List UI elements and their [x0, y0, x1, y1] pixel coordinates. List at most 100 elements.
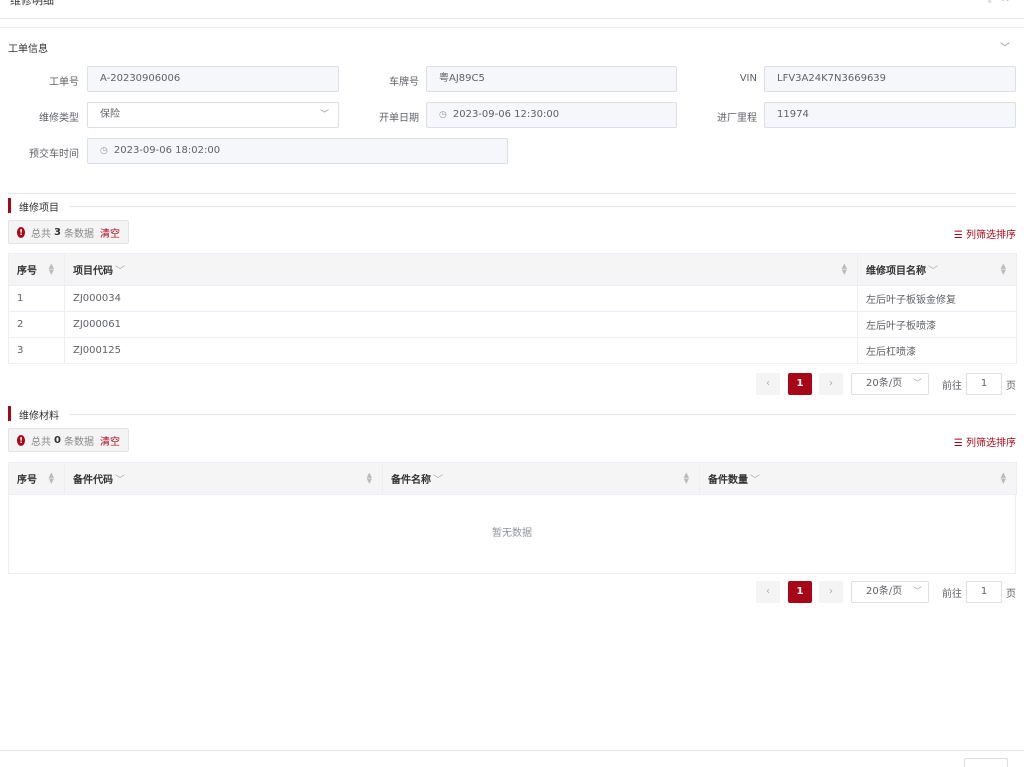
page-size-select[interactable]: 20条/页 ﹀ — [851, 581, 929, 603]
sort-icon[interactable]: ▲ ▼ — [684, 472, 689, 485]
next-page-button[interactable]: › — [819, 373, 843, 395]
repair-items-table: 序号 ▲ ▼ 项目代码 ﹀ ▲ ▼ 维修项目名称 ﹀ ▲ ▼ 1 ZJ000034 左后叶子板钣… — [8, 253, 1017, 364]
filter-chevron-icon[interactable]: ﹀ — [433, 475, 443, 486]
column-header-part-qty[interactable]: 备件数量 ﹀ ▲ ▼ — [699, 462, 1017, 495]
clear-button[interactable]: 清空 — [100, 433, 120, 448]
section-rule — [70, 414, 1016, 415]
clear-button[interactable]: 清空 — [100, 225, 120, 240]
repair-type-value: 保险 — [100, 109, 120, 120]
prev-page-button[interactable]: ‹ — [756, 373, 780, 395]
chevron-down-icon: ﹀ — [912, 587, 922, 597]
mileage-label: 进厂里程 — [717, 113, 757, 124]
order-no-field[interactable]: A-20230906006 — [87, 66, 339, 92]
sort-icon[interactable]: ▲ ▼ — [1001, 472, 1006, 485]
repair-materials-table: 序号 ▲ ▼ 备件代码 ﹀ ▲ ▼ 备件名称 ﹀ ▲ ▼ 备件数量 ﹀ ▲ ▼ — [8, 462, 1017, 495]
header-label: 项目代码 — [73, 266, 113, 277]
header-label: 维修项目名称 — [866, 266, 926, 277]
table-row[interactable]: 1 ZJ000034 左后叶子板钣金修复 — [8, 285, 1017, 312]
column-header-no[interactable]: 序号 ▲ ▼ — [8, 462, 65, 495]
column-header-part-code[interactable]: 备件代码 ﹀ ▲ ▼ — [64, 462, 383, 495]
column-filter-label: 列筛选排序 — [966, 438, 1016, 449]
page-size-value: 20条/页 — [866, 586, 903, 597]
page-unit-label: 页 — [1006, 381, 1016, 392]
cell-no: 1 — [8, 285, 65, 312]
divider — [8, 193, 1016, 194]
table-row[interactable]: 2 ZJ000061 左后叶子板喷漆 — [8, 311, 1017, 338]
sort-icon[interactable]: ▲ ▼ — [367, 472, 372, 485]
column-header-name[interactable]: 维修项目名称 ﹀ ▲ ▼ — [857, 253, 1017, 286]
header-label: 序号 — [17, 475, 37, 486]
sliders-icon: ☰ — [953, 438, 963, 449]
dialog-title: 维修明细 — [10, 0, 54, 7]
empty-state: 暂无数据 — [8, 494, 1016, 574]
filter-chevron-icon[interactable]: ﹀ — [115, 475, 125, 486]
page-number-current[interactable]: 1 — [788, 373, 812, 395]
info-icon: ! — [17, 226, 26, 238]
open-date-value: 2023-09-06 12:30:00 — [452, 109, 560, 120]
header-label: 序号 — [17, 266, 37, 277]
column-header-no[interactable]: 序号 ▲ ▼ — [8, 253, 65, 286]
table-row[interactable]: 3 ZJ000125 左后杠喷漆 — [8, 337, 1017, 364]
next-page-button[interactable]: › — [819, 581, 843, 603]
section-rule — [70, 206, 1016, 207]
summary-suffix: 条数据 — [64, 228, 94, 240]
cell-no: 2 — [8, 311, 65, 338]
section-accent-bar — [8, 406, 11, 421]
column-header-part-name[interactable]: 备件名称 ﹀ ▲ ▼ — [382, 462, 700, 495]
page-size-select[interactable]: 20条/页 ﹀ — [851, 373, 929, 395]
column-header-code[interactable]: 项目代码 ﹀ ▲ ▼ — [64, 253, 858, 286]
cell-code: ZJ000061 — [64, 311, 858, 338]
delivery-time-label: 预交车时间 — [29, 149, 79, 160]
repair-materials-summary: ! 总共 0 条数据 清空 — [8, 428, 129, 452]
page-number-current[interactable]: 1 — [788, 581, 812, 603]
close-icon[interactable]: ✕ — [1001, 0, 1014, 5]
summary-count: 3 — [54, 226, 61, 238]
vin-field[interactable]: LFV3A24K7N3669639 — [764, 66, 1016, 92]
header-label: 备件代码 — [73, 475, 113, 486]
cell-name: 左后杠喷漆 — [857, 337, 1017, 364]
column-filter-sort-button[interactable]: ☰ 列筛选排序 — [954, 434, 1016, 449]
delivery-time-value: 2023-09-06 18:02:00 — [113, 145, 221, 156]
open-date-label: 开单日期 — [379, 113, 419, 124]
info-icon: ! — [17, 434, 26, 446]
delivery-time-picker[interactable]: ◷ 2023-09-06 18:02:00 — [87, 138, 508, 164]
goto-page-input[interactable]: 1 — [966, 373, 1002, 395]
cell-code: ZJ000034 — [64, 285, 858, 312]
sort-icon[interactable]: ▲ ▼ — [49, 263, 54, 276]
column-filter-label: 列筛选排序 — [966, 230, 1016, 241]
mileage-field[interactable]: 11974 — [764, 102, 1016, 128]
plate-no-field[interactable]: 粤AJ89C5 — [426, 66, 677, 92]
summary-prefix: 总共 — [31, 228, 52, 240]
section-accent-bar — [8, 198, 11, 213]
footer-button[interactable] — [964, 758, 1008, 767]
chevron-down-icon[interactable]: ﹀ — [1000, 39, 1010, 54]
sort-icon[interactable]: ▲ ▼ — [1001, 263, 1006, 276]
filter-chevron-icon[interactable]: ﹀ — [750, 475, 760, 486]
column-filter-sort-button[interactable]: ☰ 列筛选排序 — [954, 226, 1016, 241]
open-date-picker[interactable]: ◷ 2023-09-06 12:30:00 — [426, 102, 677, 128]
section-divider — [0, 27, 1024, 28]
filter-chevron-icon[interactable]: ﹀ — [115, 266, 125, 277]
header-label: 备件数量 — [708, 475, 748, 486]
prev-page-button[interactable]: ‹ — [756, 581, 780, 603]
sort-icon[interactable]: ▲ ▼ — [49, 472, 54, 485]
cell-name: 左后叶子板钣金修复 — [857, 285, 1017, 312]
sort-icon[interactable]: ▲ ▼ — [842, 263, 847, 276]
goto-label: 前往 — [942, 381, 962, 392]
clock-icon: ◷ — [100, 146, 108, 156]
footer-divider — [0, 750, 1024, 751]
repair-type-select[interactable]: 保险 ﹀ — [87, 102, 339, 128]
cell-code: ZJ000125 — [64, 337, 858, 364]
repair-materials-title: 维修材料 — [19, 411, 59, 422]
maximize-icon[interactable]: ⤢ — [988, 0, 1001, 5]
summary-suffix: 条数据 — [64, 436, 94, 448]
clock-icon: ◷ — [439, 110, 447, 120]
cell-no: 3 — [8, 337, 65, 364]
summary-prefix: 总共 — [31, 436, 52, 448]
filter-chevron-icon[interactable]: ﹀ — [928, 266, 938, 277]
repair-items-summary: ! 总共 3 条数据 清空 — [8, 220, 129, 244]
window-controls[interactable]: ⤢✕ — [988, 0, 1014, 6]
goto-page-input[interactable]: 1 — [966, 581, 1002, 603]
order-no-label: 工单号 — [49, 77, 79, 88]
goto-label: 前往 — [942, 589, 962, 600]
